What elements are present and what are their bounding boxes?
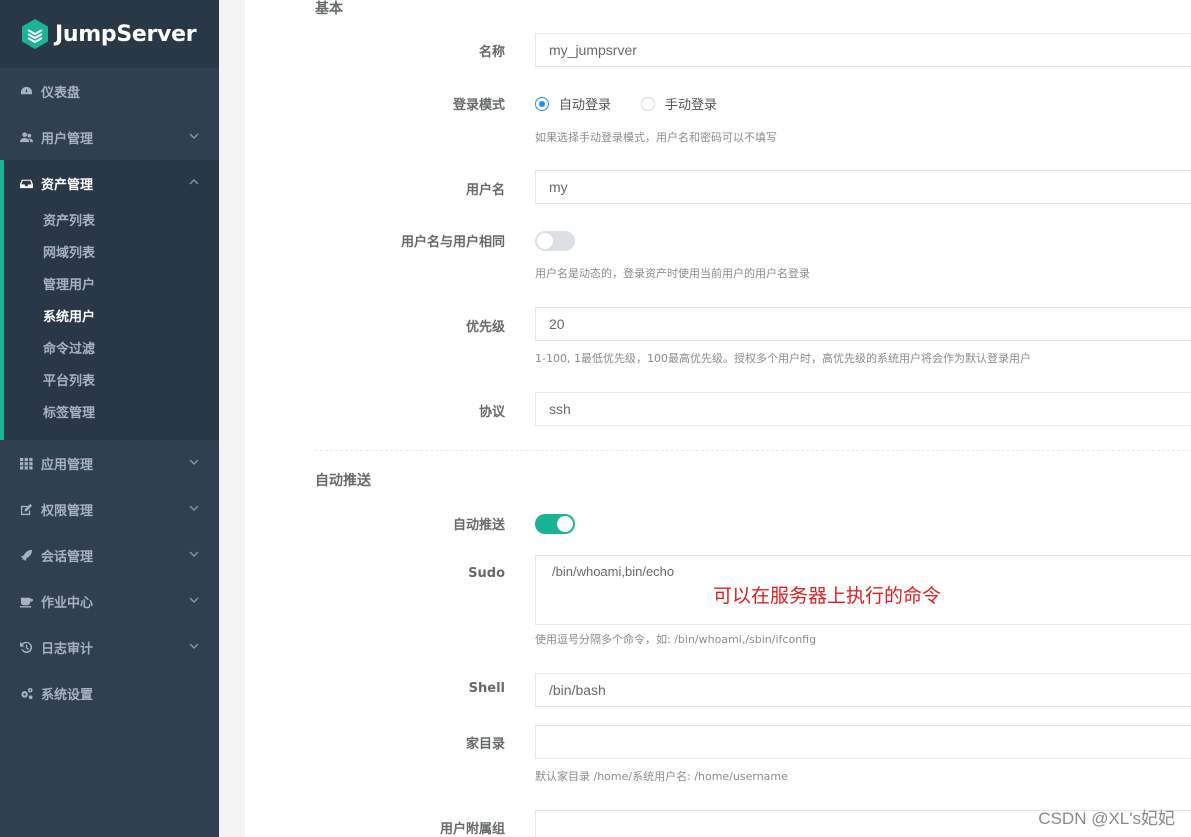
section-title-auto-push: 自动推送 [315, 473, 371, 489]
chevron-down-icon [189, 130, 199, 140]
sidebar-item-applications[interactable]: 应用管理 [0, 440, 219, 486]
dashboard-icon [19, 84, 33, 98]
home-dir-input[interactable] [535, 725, 1191, 759]
home-dir-label: 家目录 [465, 737, 505, 752]
home-dir-hint: 默认家目录 /home/系统用户名: /home/username [535, 770, 788, 783]
red-annotation-text: 可以在服务器上执行的命令 [713, 585, 942, 607]
sidebar-item-label: 应用管理 [41, 457, 94, 473]
priority-hint: 1-100, 1最低优先级，100最高优先级。授权多个用户时，高优先级的系统用户… [535, 352, 1031, 365]
submenu-command-filter[interactable]: 命令过滤 [4, 334, 219, 366]
chevron-down-icon [189, 548, 199, 558]
sidebar-item-label: 作业中心 [41, 595, 94, 611]
sidebar-item-permissions[interactable]: 权限管理 [0, 486, 219, 532]
auto-push-toggle[interactable] [535, 514, 575, 534]
radio-manual-login-label[interactable]: 手动登录 [665, 94, 717, 113]
chevron-down-icon [189, 594, 199, 604]
sidebar-item-label: 会话管理 [41, 549, 94, 565]
logo-text: JumpServer [55, 21, 197, 47]
login-mode-hint: 如果选择手动登录模式，用户名和密码可以不填写 [535, 131, 777, 144]
sidebar-item-dashboard[interactable]: 仪表盘 [0, 68, 219, 114]
sidebar-item-label: 日志审计 [41, 641, 94, 657]
sidebar-item-assets[interactable]: 资产管理 [4, 160, 219, 206]
system-user-form: 基本 名称 my_jumpsrver 登录模式 自动登录 手动登录 如果选择手动… [245, 0, 1191, 837]
cogs-icon [19, 686, 33, 700]
sidebar-item-label: 仪表盘 [41, 85, 81, 101]
submenu-system-users[interactable]: 系统用户 [4, 302, 219, 334]
sidebar-group-assets: 资产管理 资产列表 网域列表 管理用户 系统用户 命令过滤 平台列表 标签管理 [0, 160, 219, 440]
history-icon [19, 640, 33, 654]
toggle-knob [557, 516, 573, 532]
protocol-select[interactable]: ssh [535, 392, 1191, 426]
content-gutter [219, 0, 245, 837]
sidebar-item-label: 权限管理 [41, 503, 94, 519]
section-title-basic: 基本 [315, 1, 343, 17]
sidebar: JumpServer 仪表盘 用户管理 资产管理 资产列表 网域列表 管理用户 … [0, 0, 219, 837]
username-same-toggle[interactable] [535, 231, 575, 251]
shell-input[interactable]: /bin/bash [535, 673, 1191, 707]
submenu-admin-users[interactable]: 管理用户 [4, 270, 219, 302]
priority-input[interactable]: 20 [535, 307, 1191, 341]
chevron-down-icon [189, 640, 199, 650]
edit-icon [19, 502, 33, 516]
login-mode-radio-group: 自动登录 手动登录 [535, 94, 747, 113]
sidebar-item-jobs[interactable]: 作业中心 [0, 578, 219, 624]
chevron-up-icon [189, 176, 199, 186]
users-icon [19, 130, 33, 144]
coffee-icon [19, 594, 33, 608]
watermark: CSDN @XL's妃妃 [1038, 809, 1175, 828]
sidebar-nav: 仪表盘 用户管理 资产管理 资产列表 网域列表 管理用户 系统用户 命令过滤 平… [0, 68, 219, 716]
login-mode-label: 登录模式 [452, 98, 505, 113]
username-input[interactable]: my [535, 170, 1191, 204]
assets-submenu: 资产列表 网域列表 管理用户 系统用户 命令过滤 平台列表 标签管理 [4, 206, 219, 440]
radio-auto-login-label[interactable]: 自动登录 [559, 94, 611, 113]
chevron-down-icon [189, 456, 199, 466]
auto-push-label: 自动推送 [452, 518, 505, 533]
sidebar-item-label: 用户管理 [41, 131, 94, 147]
sudo-hint: 使用逗号分隔多个命令，如: /bin/whoami,/sbin/ifconfig [535, 633, 817, 646]
name-input[interactable]: my_jumpsrver [535, 33, 1191, 67]
protocol-label: 协议 [478, 405, 505, 420]
radio-auto-login[interactable] [535, 96, 549, 111]
toggle-knob [537, 233, 553, 249]
grid-icon [19, 456, 33, 470]
sidebar-item-sessions[interactable]: 会话管理 [0, 532, 219, 578]
username-same-hint: 用户名是动态的，登录资产时使用当前用户的用户名登录 [535, 267, 810, 280]
sidebar-item-users[interactable]: 用户管理 [0, 114, 219, 160]
submenu-label-manage[interactable]: 标签管理 [4, 398, 219, 430]
username-label: 用户名 [465, 183, 505, 198]
sidebar-item-audits[interactable]: 日志审计 [0, 624, 219, 670]
submenu-platform-list[interactable]: 平台列表 [4, 366, 219, 398]
section-divider [315, 450, 1191, 451]
username-same-label: 用户名与用户相同 [400, 235, 505, 250]
logo[interactable]: JumpServer [0, 0, 219, 68]
submenu-asset-list[interactable]: 资产列表 [4, 206, 219, 238]
inbox-icon [19, 176, 33, 190]
rocket-icon [19, 548, 33, 562]
sidebar-item-label: 资产管理 [41, 177, 94, 193]
submenu-domain-list[interactable]: 网域列表 [4, 238, 219, 270]
groups-label: 用户附属组 [439, 822, 505, 837]
shell-label: Shell [468, 681, 505, 696]
sudo-label: Sudo [468, 566, 505, 581]
sidebar-item-label: 系统设置 [41, 687, 94, 703]
sidebar-item-settings[interactable]: 系统设置 [0, 670, 219, 716]
chevron-down-icon [189, 502, 199, 512]
priority-label: 优先级 [465, 320, 505, 335]
jumpserver-logo-icon [22, 19, 48, 49]
radio-manual-login[interactable] [641, 96, 656, 111]
name-label: 名称 [478, 45, 505, 60]
